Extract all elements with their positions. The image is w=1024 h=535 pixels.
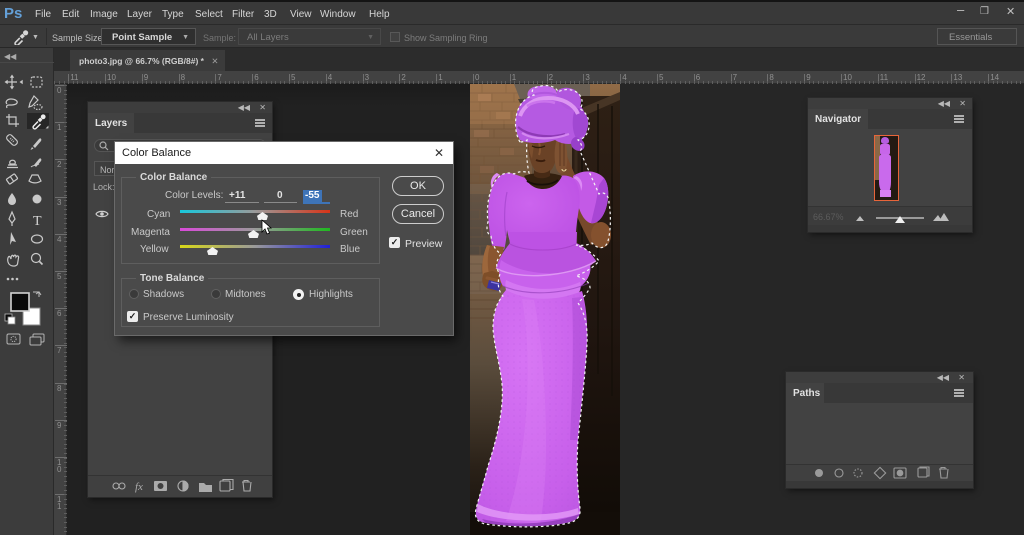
svg-text:T: T <box>33 214 42 229</box>
svg-text:fx: fx <box>135 481 143 493</box>
